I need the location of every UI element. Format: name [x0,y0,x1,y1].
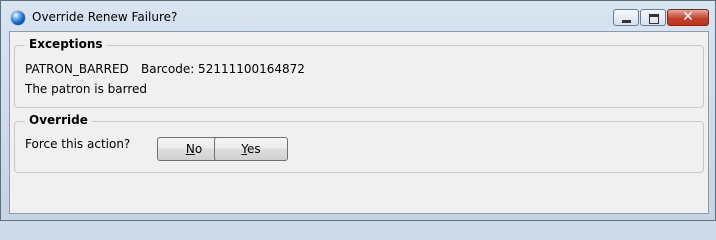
maximize-icon [649,14,659,24]
yes-button[interactable]: Yes [214,137,288,161]
dialog-window: Override Renew Failure? ✕ Exceptions PAT… [0,0,716,221]
override-prompt: Force this action? [25,137,131,151]
barcode-label: Barcode: 52111100164872 [141,62,305,76]
exception-message: The patron is barred [25,82,148,96]
exceptions-legend: Exceptions [25,37,107,51]
close-button[interactable]: ✕ [667,9,709,26]
close-icon: ✕ [682,9,694,25]
yes-label-rest: es [247,142,261,156]
exception-code: PATRON_BARRED [25,62,129,76]
no-label-rest: o [194,142,203,156]
minimize-button[interactable] [613,9,639,26]
dialog-content: Exceptions PATRON_BARRED Barcode: 521111… [9,31,709,214]
exceptions-group: Exceptions PATRON_BARRED Barcode: 521111… [14,37,704,108]
maximize-button[interactable] [640,9,666,26]
override-group: Override Force this action? No Yes [14,113,704,173]
minimize-icon [622,20,631,23]
window-controls: ✕ [612,9,709,27]
window-title: Override Renew Failure? [32,10,178,24]
no-mnemonic: N [185,142,195,156]
title-bar[interactable]: Override Renew Failure? ✕ [1,1,715,31]
override-legend: Override [25,113,92,127]
globe-icon [11,11,25,25]
